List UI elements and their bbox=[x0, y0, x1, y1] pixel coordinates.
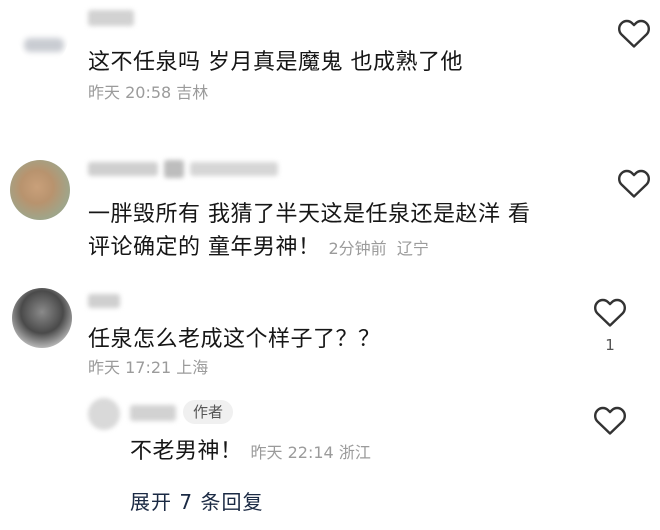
like-heart-icon[interactable] bbox=[617, 167, 651, 199]
like-heart-icon[interactable] bbox=[617, 17, 651, 49]
comment-meta: 2分钟前 辽宁 bbox=[329, 239, 429, 258]
comment-text: 这不任泉吗 岁月真是魔鬼 也成熟了他 bbox=[88, 50, 463, 75]
comment-text-line2: 评论确定的 童年男神！ 2分钟前 辽宁 bbox=[88, 233, 429, 264]
reply-meta: 昨天 22:14 浙江 bbox=[251, 443, 371, 462]
comment-time: 昨天 20:58 bbox=[88, 83, 172, 102]
like-heart-icon[interactable] bbox=[593, 296, 627, 328]
username[interactable] bbox=[88, 158, 278, 180]
avatar[interactable] bbox=[10, 160, 70, 220]
comment-location: 辽宁 bbox=[396, 239, 429, 258]
reply-location: 浙江 bbox=[338, 443, 371, 462]
comment-text-line1: 一胖毁所有 我猜了半天这是任泉还是赵洋 看 bbox=[88, 202, 531, 227]
expand-replies-button[interactable]: 展开 7 条回复 bbox=[130, 486, 263, 515]
comment-meta: 昨天 17:21 上海 bbox=[88, 358, 208, 378]
comment-time: 2分钟前 bbox=[328, 239, 387, 258]
username[interactable] bbox=[88, 294, 120, 308]
comment-text: 任泉怎么老成这个样子了？？ bbox=[88, 327, 381, 352]
author-badge: 作者 bbox=[183, 400, 234, 424]
comment-text: 评论确定的 童年男神！ bbox=[88, 235, 321, 260]
avatar[interactable] bbox=[18, 14, 68, 64]
comment-meta: 昨天 20:58 吉林 bbox=[88, 83, 208, 103]
reply-text: 不老男神！ 昨天 22:14 浙江 bbox=[130, 437, 371, 468]
comment-location: 吉林 bbox=[176, 83, 209, 102]
like-heart-icon[interactable] bbox=[593, 404, 627, 436]
avatar[interactable] bbox=[12, 288, 72, 348]
username[interactable] bbox=[88, 10, 134, 26]
avatar[interactable] bbox=[88, 398, 120, 430]
reply-content: 不老男神！ bbox=[130, 439, 243, 464]
comment-time: 昨天 17:21 bbox=[88, 358, 172, 377]
reply-time: 昨天 22:14 bbox=[250, 443, 334, 462]
like-count: 1 bbox=[605, 336, 615, 354]
username[interactable] bbox=[130, 405, 176, 421]
comment-location: 上海 bbox=[176, 358, 209, 377]
